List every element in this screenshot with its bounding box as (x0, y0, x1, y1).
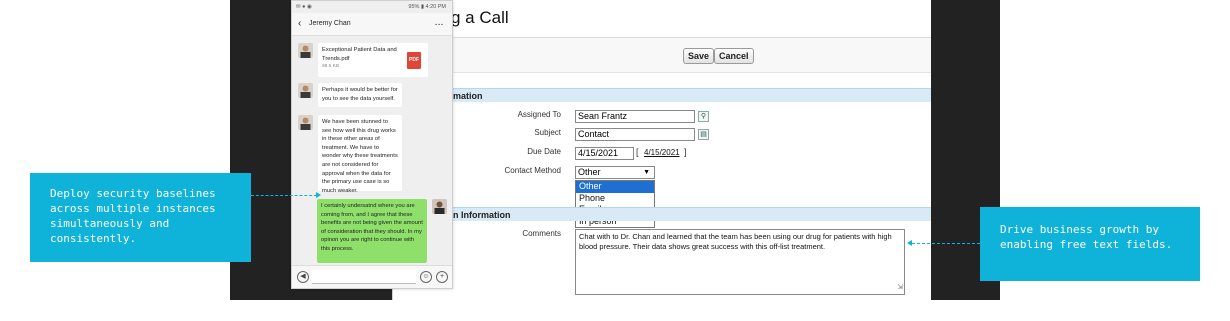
combobox-icon[interactable]: ▤ (698, 129, 709, 140)
message-input[interactable] (312, 270, 416, 284)
pdf-icon: PDF (407, 52, 421, 69)
message-text: Perhaps it would be better for you to se… (322, 87, 398, 102)
callout-right-text: Drive business growth by enabling free t… (1000, 223, 1173, 251)
option-phone[interactable]: Phone (576, 193, 654, 205)
callout-left-connector (251, 195, 317, 196)
due-date-input[interactable]: 4/15/2021 (575, 147, 634, 160)
today-date-link[interactable]: 4/15/2021 (644, 148, 680, 157)
lookup-icon[interactable]: ⚲ (698, 111, 709, 122)
chat-header: ‹ Jeremy Chan ... (292, 13, 452, 36)
callout-left: Deploy security baselines across multipl… (30, 173, 251, 262)
message-text: We have been stunned to see how well thi… (322, 119, 398, 194)
avatar (298, 115, 313, 130)
emoji-icon[interactable]: ☺ (420, 271, 432, 283)
dropdown-arrow-icon: ▼ (643, 169, 650, 176)
contact-method-select[interactable]: Other ▼ (575, 166, 655, 179)
phone-chat-window: ✉ ● ◉ 95% ▮ 4:20 PM ‹ Jeremy Chan ... Ex… (291, 0, 453, 289)
contact-method-value: Other (578, 167, 601, 177)
contact-name: Jeremy Chan (309, 20, 351, 27)
file-name: Exceptional Patient Data and Trends.pdf (322, 47, 397, 62)
status-battery-time: 95% ▮ 4:20 PM (408, 4, 446, 10)
today-bracket-open: [ (636, 147, 639, 157)
audio-icon[interactable]: ◀ (297, 271, 309, 283)
more-options-icon[interactable]: ... (435, 13, 444, 35)
resize-handle-icon[interactable]: ⇲ (897, 283, 903, 293)
chat-composer: ◀ ☺ + (292, 265, 452, 288)
callout-left-text: Deploy security baselines across multipl… (50, 187, 216, 245)
button-bar: Save Cancel (393, 37, 931, 73)
comments-textarea[interactable]: Chat with to Dr. Chan and learned that t… (575, 229, 905, 295)
avatar (298, 83, 313, 98)
page-title: g a Call (451, 8, 509, 27)
status-icons: ✉ ● ◉ (296, 4, 312, 10)
assigned-to-input[interactable]: Sean Frantz (575, 110, 695, 123)
sent-message-bubble: I certainly undersatnd where you are com… (317, 199, 427, 263)
status-bar: ✉ ● ◉ 95% ▮ 4:20 PM (292, 1, 452, 13)
message-text: I certainly undersatnd where you are com… (321, 203, 423, 252)
callout-right: Drive business growth by enabling free t… (980, 207, 1200, 281)
section-header-task-information: mation (393, 88, 931, 102)
subject-input[interactable]: Contact (575, 128, 695, 141)
arrow-right-icon (316, 192, 321, 198)
section-header-additional-information: n Information (393, 207, 931, 221)
section-title: mation (453, 91, 483, 101)
today-bracket-close: ] (684, 147, 687, 157)
section-title: n Information (453, 210, 511, 220)
avatar (432, 199, 447, 214)
save-button[interactable]: Save (683, 48, 715, 64)
message-bubble: We have been stunned to see how well thi… (318, 115, 402, 194)
chevron-left-icon[interactable]: ‹ (298, 13, 301, 35)
log-call-form: g a Call Save Cancel mation Assigned To … (392, 0, 931, 300)
comments-text: Chat with to Dr. Chan and learned that t… (579, 232, 892, 251)
callout-right-connector (912, 243, 980, 244)
option-other[interactable]: Other (576, 181, 654, 193)
message-bubble: Perhaps it would be better for you to se… (318, 83, 402, 107)
arrow-left-icon (907, 240, 912, 246)
add-icon[interactable]: + (436, 271, 448, 283)
file-message[interactable]: Exceptional Patient Data and Trends.pdf … (318, 43, 428, 77)
avatar (298, 43, 313, 58)
cancel-button[interactable]: Cancel (714, 48, 754, 64)
